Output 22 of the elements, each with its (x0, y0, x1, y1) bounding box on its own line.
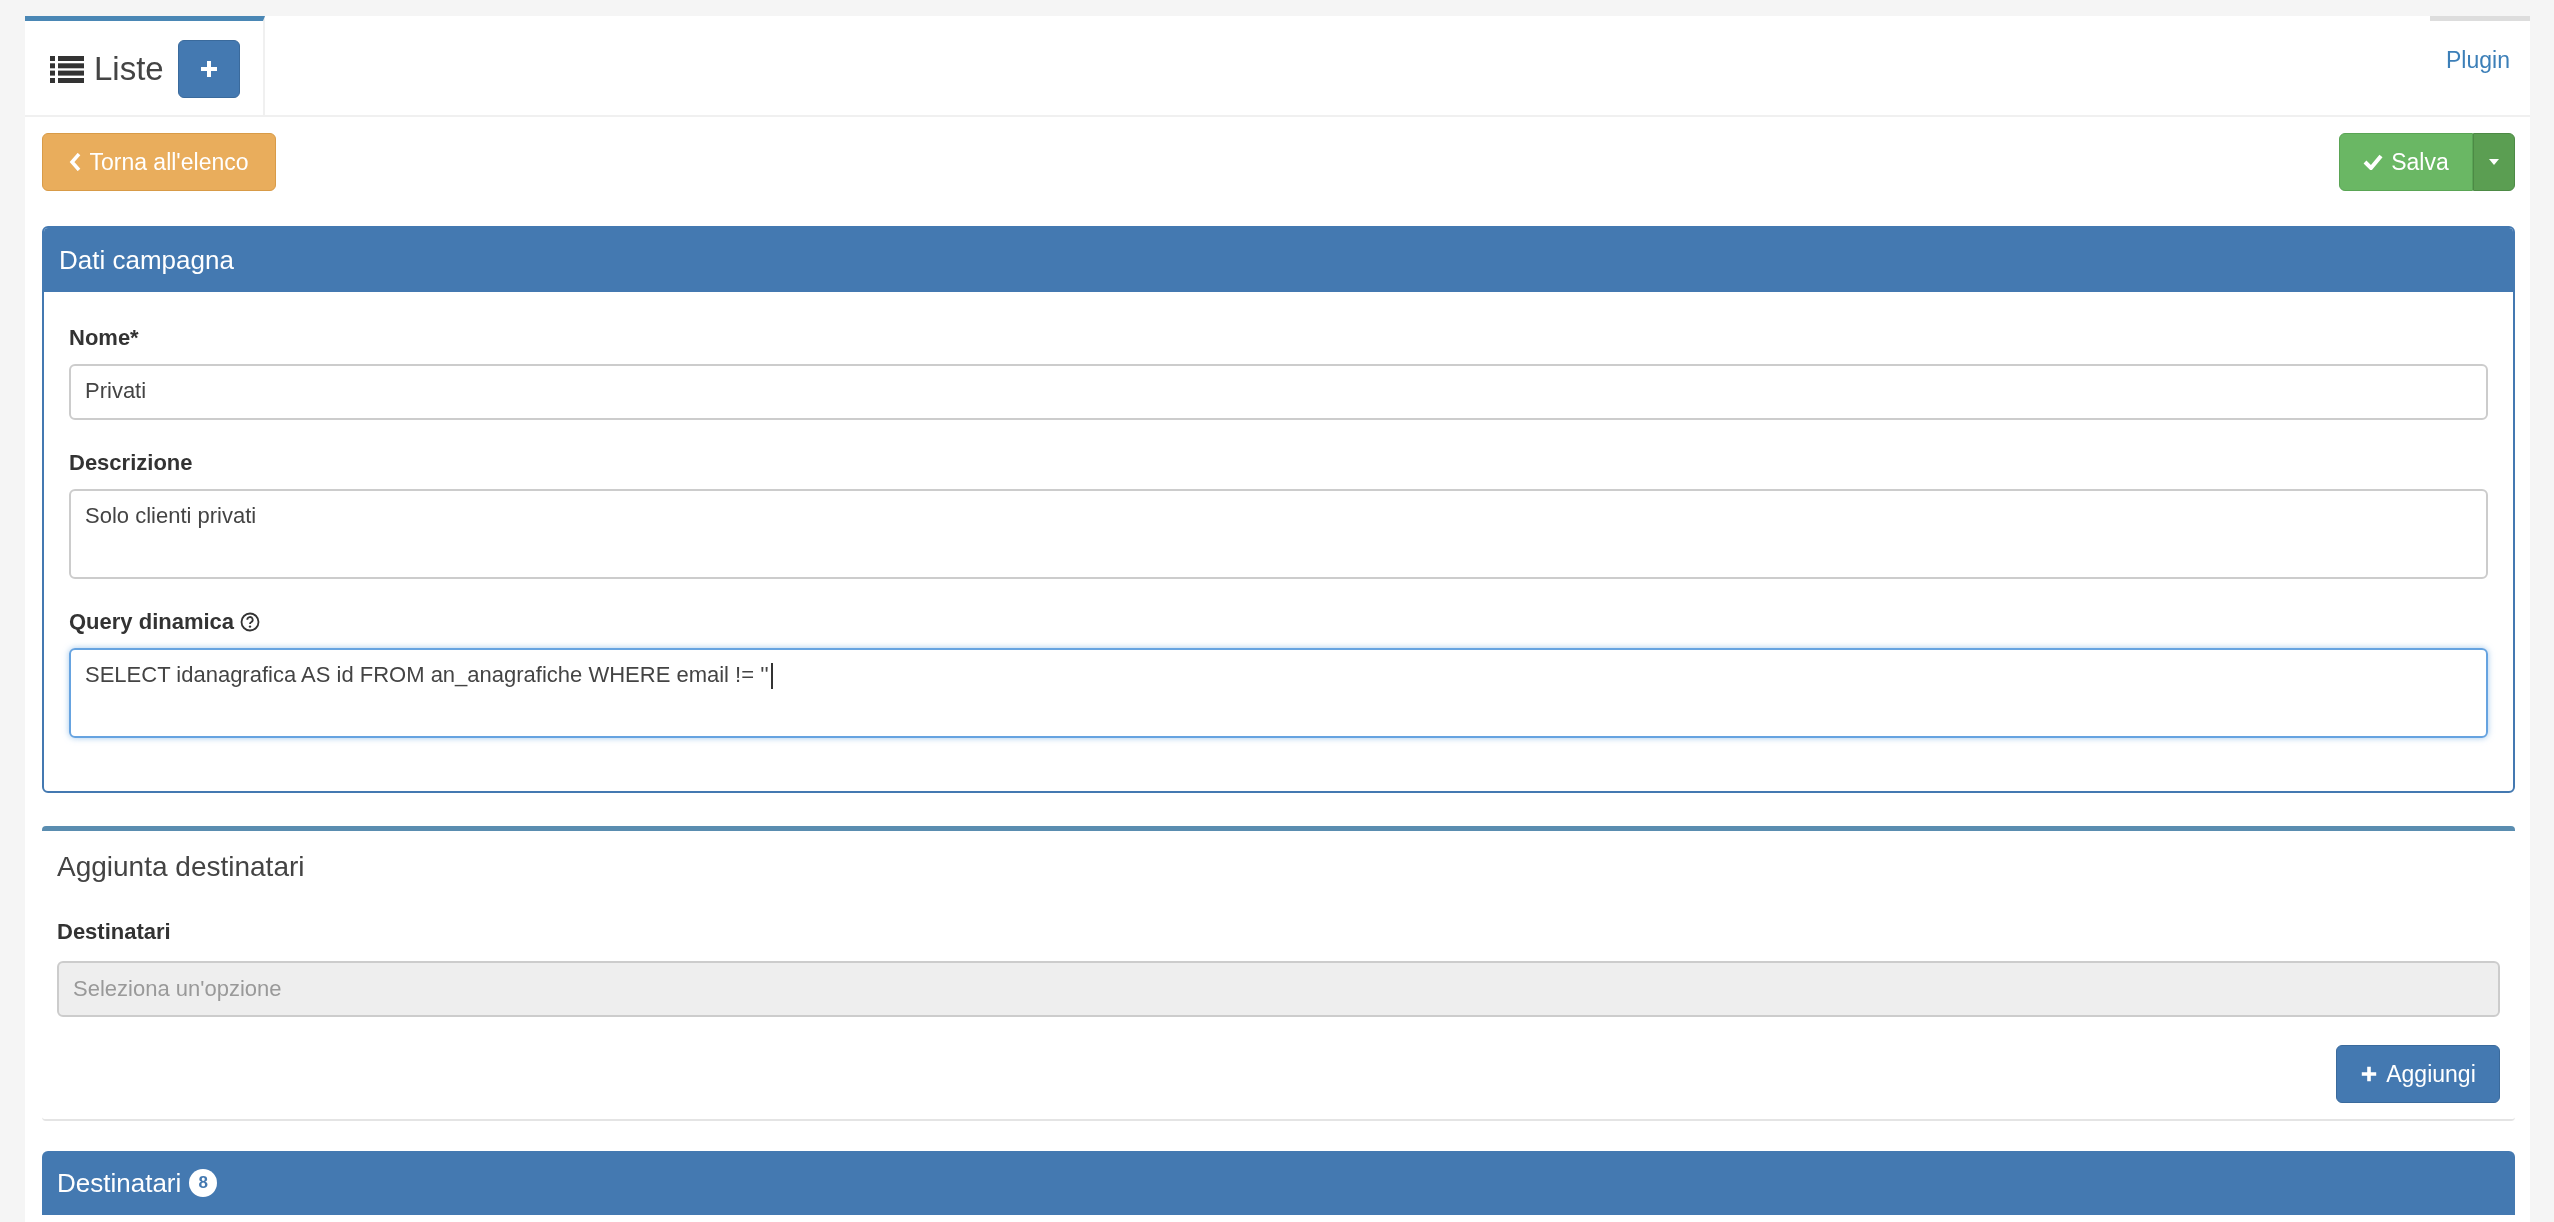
text-area[interactable]: Solo clienti privati (69, 489, 2488, 579)
panel-title: Dati campagna (59, 244, 234, 276)
box-title: Aggiunta destinatari (57, 851, 306, 883)
plugin-tab[interactable]: Plugin (2430, 16, 2530, 115)
field-label: Descrizione (69, 450, 193, 476)
input-field[interactable]: Privati (69, 364, 2488, 420)
tab-label[interactable]: Liste (94, 50, 164, 88)
field-label: Destinatari (57, 919, 172, 945)
field-label: Query dinamica (69, 609, 235, 635)
field-label: Nome* (69, 325, 139, 351)
panel-title: Destinatari (57, 1167, 182, 1199)
plus-icon (198, 59, 219, 79)
help-icon[interactable] (240, 612, 261, 632)
tab[interactable]: Liste (25, 16, 265, 117)
add-button[interactable] (177, 40, 240, 98)
chevron-left-icon (69, 153, 82, 171)
plus-icon (2360, 1065, 2379, 1083)
caret-icon (2489, 159, 2499, 165)
count-badge: 8 (189, 1169, 218, 1197)
list-icon (50, 55, 84, 83)
text-area[interactable]: SELECT idanagrafica AS id FROM an_anagrafiche WHERE email != '' (69, 648, 2488, 738)
check-icon (2363, 154, 2384, 170)
